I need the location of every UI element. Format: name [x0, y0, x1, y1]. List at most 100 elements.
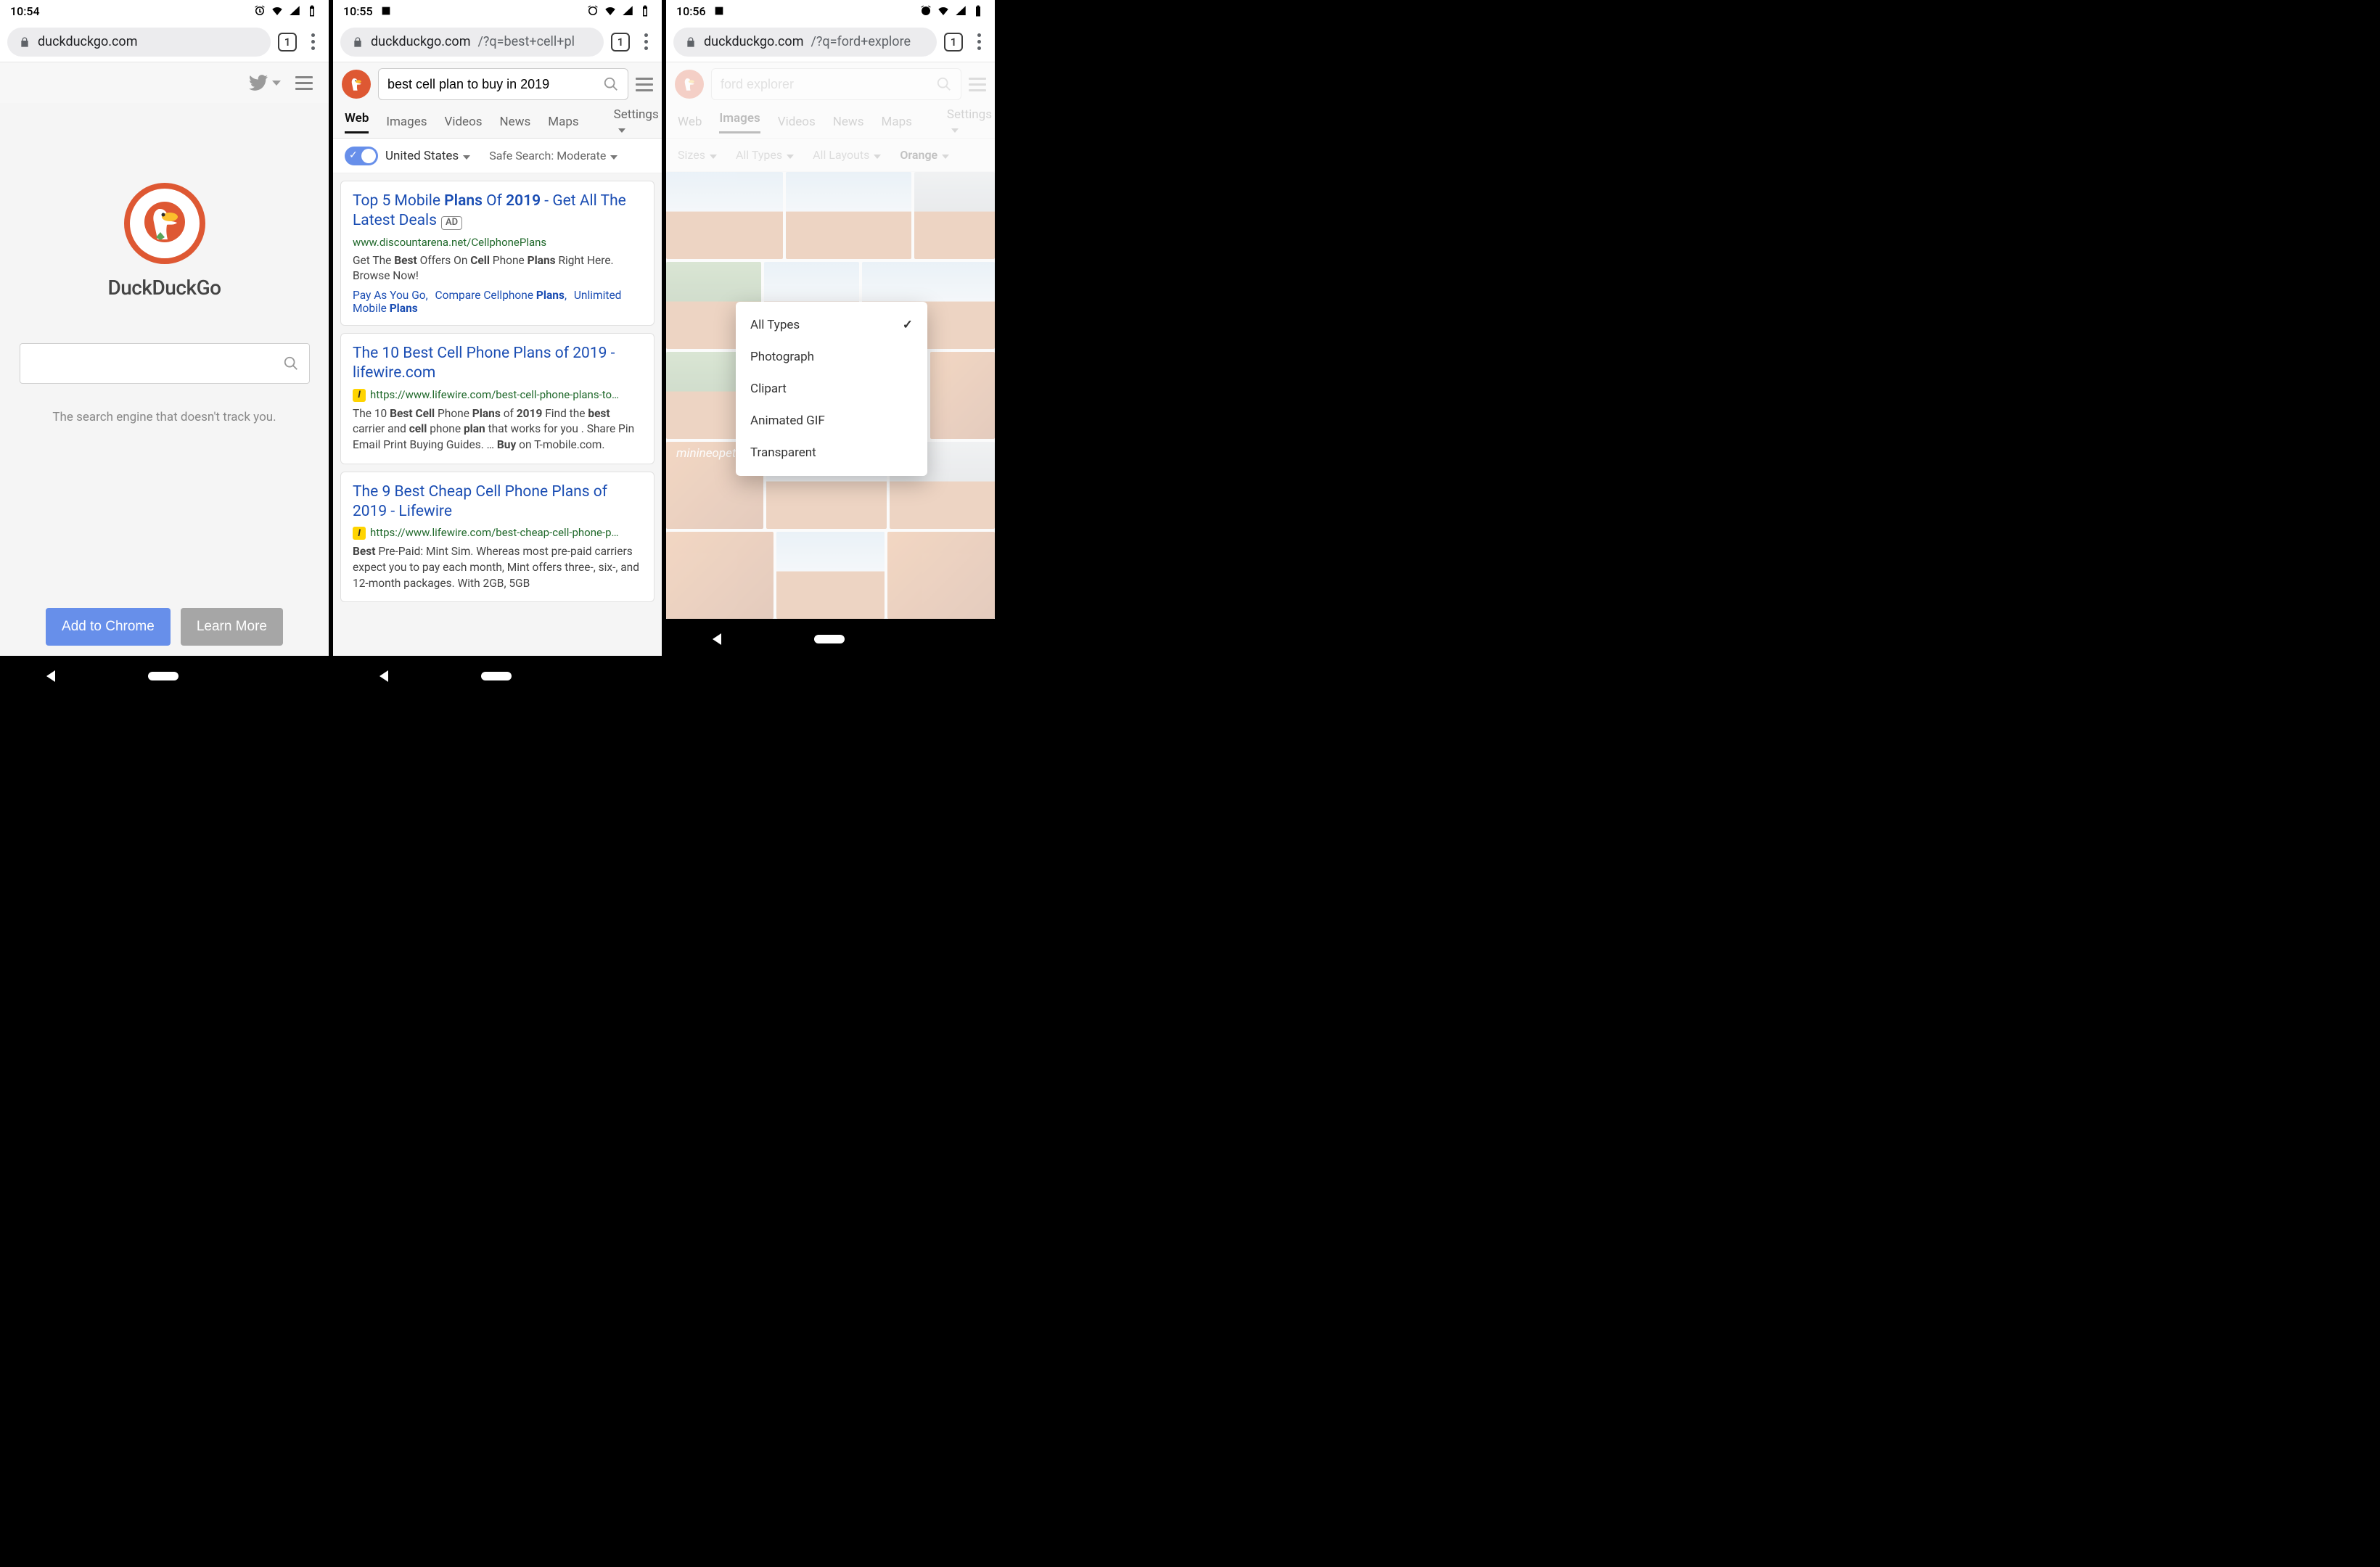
tabs-button[interactable]: 1 [278, 33, 297, 52]
wifi-icon [937, 4, 950, 17]
ad-badge: AD [441, 216, 462, 230]
menu-button[interactable] [304, 33, 321, 50]
image-result[interactable] [930, 352, 995, 439]
twitter-icon [249, 75, 268, 91]
url-rest: /?q=best+cell+pl [477, 34, 575, 49]
status-time: 10:56 [676, 4, 706, 18]
page-content: Web Images Videos News Maps Settings Siz… [666, 62, 995, 619]
region-label[interactable]: United States [385, 149, 470, 163]
image-icon [380, 5, 392, 17]
nav-home[interactable] [481, 672, 512, 680]
search-box[interactable] [378, 68, 628, 100]
tab-images[interactable]: Images [719, 111, 760, 133]
result-card[interactable]: The 9 Best Cheap Cell Phone Plans of 201… [340, 472, 654, 603]
ddg-logo [124, 183, 205, 264]
ddg-logo-small[interactable] [675, 70, 704, 99]
filter-layouts[interactable]: All Layouts [813, 148, 881, 162]
hamburger-menu[interactable] [636, 78, 653, 91]
battery-icon [639, 4, 652, 17]
search-icon[interactable] [283, 355, 299, 371]
result-card[interactable]: Top 5 Mobile Plans Of 2019 - Get All The… [340, 181, 654, 326]
result-sitelinks[interactable]: Pay As You Go, Compare Cellphone Plans, … [353, 289, 642, 315]
popup-item-all-types[interactable]: All Types✓ [736, 309, 927, 341]
status-time: 10:55 [343, 4, 373, 18]
url-bar[interactable]: duckduckgo.com/?q=ford+explore [673, 28, 937, 57]
tab-news[interactable]: News [500, 115, 531, 129]
tab-web[interactable]: Web [678, 115, 702, 129]
image-result[interactable] [666, 532, 774, 619]
search-input[interactable] [30, 355, 283, 372]
nav-home[interactable] [148, 672, 178, 680]
twitter-link[interactable] [249, 75, 281, 91]
result-title[interactable]: The 10 Best Cell Phone Plans of 2019 - l… [353, 345, 615, 382]
tab-videos[interactable]: Videos [778, 115, 816, 129]
tab-maps[interactable]: Maps [881, 115, 911, 129]
result-url: www.discountarena.net/CellphonePlans [353, 236, 642, 249]
tabs-button[interactable]: 1 [944, 33, 963, 52]
status-bar: 10:54 [0, 0, 329, 22]
filter-color[interactable]: Orange [900, 148, 949, 162]
alarm-icon [919, 4, 932, 17]
image-result[interactable] [776, 532, 884, 619]
result-url: lhttps://www.lifewire.com/best-cell-phon… [353, 388, 642, 402]
nav-home[interactable] [814, 635, 845, 643]
status-bar: 10:56 [666, 0, 995, 22]
search-icon[interactable] [936, 76, 952, 92]
search-box[interactable] [20, 343, 310, 384]
url-bar[interactable]: duckduckgo.com /?q=best+cell+pl [340, 28, 604, 57]
popup-item-clipart[interactable]: Clipart [736, 373, 927, 405]
battery-icon [305, 4, 319, 17]
image-icon [713, 5, 725, 17]
image-result[interactable] [887, 532, 995, 619]
search-input[interactable] [387, 77, 597, 92]
image-result[interactable] [786, 172, 911, 259]
tab-videos[interactable]: Videos [445, 115, 483, 129]
tab-images[interactable]: Images [386, 115, 427, 129]
result-title[interactable]: The 9 Best Cheap Cell Phone Plans of 201… [353, 483, 607, 520]
search-tabs: Web Images Videos News Maps Settings [666, 106, 995, 138]
ddg-logo-small[interactable] [342, 70, 371, 99]
nav-back[interactable] [379, 670, 388, 682]
android-navbar [333, 656, 662, 696]
region-toggle[interactable]: ✓ [345, 147, 378, 165]
search-icon[interactable] [603, 76, 619, 92]
wifi-icon [604, 4, 617, 17]
popup-item-photograph[interactable]: Photograph [736, 341, 927, 373]
tab-maps[interactable]: Maps [548, 115, 578, 129]
popup-item-animated-gif[interactable]: Animated GIF [736, 405, 927, 437]
result-snippet: The 10 Best Cell Phone Plans of 2019 Fin… [353, 406, 642, 453]
tab-settings[interactable]: Settings [614, 107, 659, 136]
hamburger-menu[interactable] [295, 76, 313, 90]
url-domain: duckduckgo.com [371, 34, 470, 49]
learn-more-button[interactable]: Learn More [181, 608, 283, 646]
nav-back[interactable] [713, 633, 721, 645]
tab-web[interactable]: Web [345, 111, 369, 133]
menu-button[interactable] [970, 33, 988, 50]
phone-1: 10:54 duckduckgo.com 1 [0, 0, 329, 696]
filter-types[interactable]: All Types [736, 148, 794, 162]
tabs-button[interactable]: 1 [611, 33, 630, 52]
menu-button[interactable] [637, 33, 654, 50]
url-domain: duckduckgo.com [38, 34, 137, 49]
tab-news[interactable]: News [833, 115, 864, 129]
lock-icon [352, 36, 364, 48]
phone-3: 10:56 duckduckgo.com/?q=ford+explore 1 [666, 0, 995, 696]
safesearch-dropdown[interactable]: Safe Search: Moderate [489, 149, 617, 163]
result-title[interactable]: Top 5 Mobile Plans Of 2019 - Get All The… [353, 192, 626, 229]
status-time: 10:54 [10, 4, 40, 18]
signal-icon [288, 4, 301, 17]
url-bar[interactable]: duckduckgo.com [7, 28, 271, 57]
page-content: DuckDuckGo The search engine that doesn'… [0, 62, 329, 656]
popup-item-transparent[interactable]: Transparent [736, 437, 927, 469]
image-result[interactable] [666, 172, 783, 259]
image-result[interactable] [914, 172, 995, 259]
search-box[interactable] [711, 68, 961, 100]
search-tabs: Web Images Videos News Maps Settings [333, 106, 662, 138]
tab-settings[interactable]: Settings [947, 107, 992, 136]
nav-back[interactable] [46, 670, 55, 682]
search-input[interactable] [721, 77, 930, 92]
result-card[interactable]: The 10 Best Cell Phone Plans of 2019 - l… [340, 333, 654, 464]
add-to-chrome-button[interactable]: Add to Chrome [46, 608, 171, 646]
filter-sizes[interactable]: Sizes [678, 148, 717, 162]
hamburger-menu[interactable] [969, 78, 986, 91]
